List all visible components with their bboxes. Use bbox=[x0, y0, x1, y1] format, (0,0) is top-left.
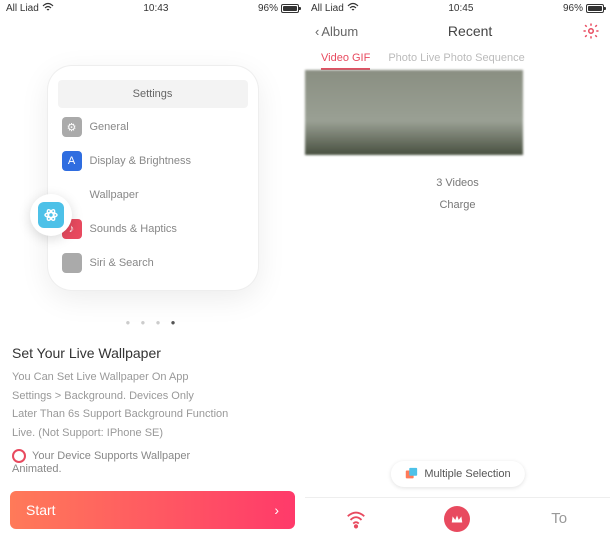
status-ring-icon bbox=[12, 449, 26, 463]
video-thumbnail[interactable] bbox=[305, 70, 523, 155]
settings-row-wallpaper: Wallpaper bbox=[58, 178, 248, 212]
display-icon: A bbox=[62, 151, 82, 171]
multiple-selection-button[interactable]: Multiple Selection bbox=[390, 461, 524, 487]
settings-button[interactable] bbox=[582, 22, 600, 40]
page-dots: ● ● ● ● bbox=[12, 318, 293, 327]
start-button[interactable]: Start › bbox=[10, 491, 295, 529]
settings-label: General bbox=[90, 121, 129, 133]
desc-line: Live. (Not Support: IPhone SE) bbox=[12, 425, 293, 442]
section-title: Set Your Live Wallpaper bbox=[12, 345, 293, 361]
nav-bar: ‹ Album Recent bbox=[305, 16, 610, 46]
bottom-item-crown[interactable] bbox=[407, 506, 508, 532]
carrier-text: All Liad bbox=[311, 3, 344, 14]
onboarding-content: Settings ⚙ General A Display & Brightnes… bbox=[0, 16, 305, 539]
settings-label: Display & Brightness bbox=[90, 155, 192, 167]
screen-right: All Liad 10:45 96% ‹ Album Recent Video … bbox=[305, 0, 610, 539]
settings-label: Wallpaper bbox=[90, 189, 139, 201]
settings-header: Settings bbox=[58, 80, 248, 108]
settings-row-siri: Siri & Search bbox=[58, 246, 248, 280]
battery-icon bbox=[281, 4, 299, 13]
desc-line: You Can Set Live Wallpaper On App bbox=[12, 369, 293, 386]
carrier-text: All Liad bbox=[6, 3, 39, 14]
settings-row-general: ⚙ General bbox=[58, 110, 248, 144]
status-bar: All Liad 10:43 96% bbox=[0, 0, 305, 16]
back-button[interactable]: ‹ Album bbox=[315, 24, 358, 39]
status-bar: All Liad 10:45 96% bbox=[305, 0, 610, 16]
clock-text: 10:45 bbox=[359, 3, 563, 14]
chevron-right-icon: › bbox=[274, 502, 279, 518]
battery-icon bbox=[586, 4, 604, 13]
settings-label: Siri & Search bbox=[90, 257, 154, 269]
support-text: Your Device Supports Wallpaper bbox=[32, 450, 190, 462]
crown-icon bbox=[450, 512, 464, 526]
siri-icon bbox=[62, 253, 82, 273]
tab-bar: Video GIF Photo Live Photo Sequence bbox=[305, 46, 610, 70]
charge-label: Charge bbox=[305, 199, 610, 211]
gear-icon: ⚙ bbox=[62, 117, 82, 137]
empty-area bbox=[305, 211, 610, 539]
gear-icon bbox=[582, 22, 600, 40]
tool-label: To bbox=[551, 510, 567, 527]
support-row: Your Device Supports Wallpaper bbox=[12, 449, 293, 463]
bottom-item-wifi[interactable] bbox=[306, 508, 407, 530]
tab-photo[interactable]: Photo Live Photo Sequence bbox=[388, 48, 524, 70]
clock-text: 10:43 bbox=[54, 3, 258, 14]
tab-video-gif[interactable]: Video GIF bbox=[321, 48, 370, 70]
support-text: Animated. bbox=[12, 463, 293, 475]
settings-row-sounds: ♪ Sounds & Haptics bbox=[58, 212, 248, 246]
multi-label: Multiple Selection bbox=[424, 468, 510, 480]
settings-label: Sounds & Haptics bbox=[90, 223, 177, 235]
wifi-icon bbox=[347, 2, 359, 15]
settings-row-display: A Display & Brightness bbox=[58, 144, 248, 178]
wifi-icon bbox=[42, 2, 54, 15]
battery-text: 96% bbox=[258, 3, 278, 14]
bottom-bar: To bbox=[305, 497, 610, 539]
chevron-left-icon: ‹ bbox=[315, 24, 319, 39]
highlight-bubble bbox=[30, 194, 72, 236]
battery-text: 96% bbox=[563, 3, 583, 14]
screen-left: All Liad 10:43 96% Settings ⚙ General A … bbox=[0, 0, 305, 539]
wallpaper-icon bbox=[38, 202, 64, 228]
wifi-icon bbox=[345, 508, 367, 530]
desc-line: Settings > Background. Devices Only bbox=[12, 388, 293, 405]
start-label: Start bbox=[26, 502, 274, 518]
video-count: 3 Videos bbox=[305, 177, 610, 189]
desc-line: Later Than 6s Support Background Functio… bbox=[12, 406, 293, 423]
nav-title: Recent bbox=[358, 23, 582, 39]
bottom-item-tools[interactable]: To bbox=[509, 510, 610, 527]
back-label: Album bbox=[321, 24, 358, 39]
crown-badge bbox=[444, 506, 470, 532]
phone-mockup: Settings ⚙ General A Display & Brightnes… bbox=[48, 66, 258, 290]
multi-select-icon bbox=[404, 467, 418, 481]
